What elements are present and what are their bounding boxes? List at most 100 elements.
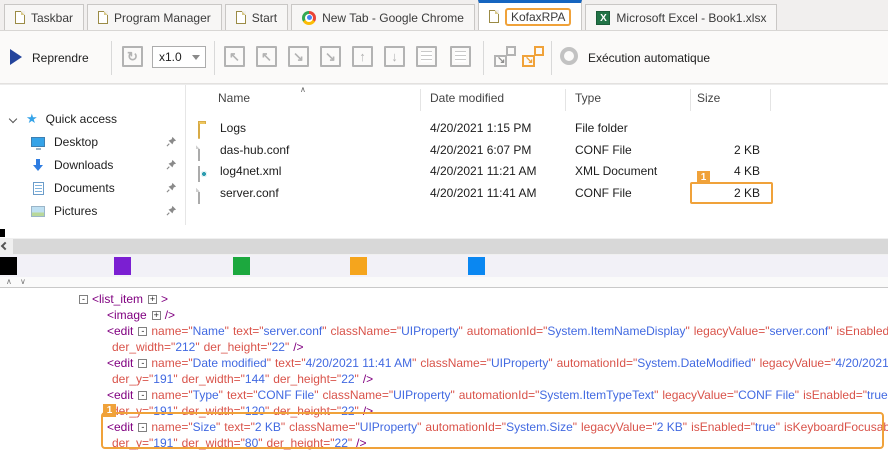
xml-attribute-name: name="Date modified": [151, 356, 271, 370]
scroll-left-icon[interactable]: [1, 242, 9, 250]
xml-text: automationId=": [557, 356, 638, 370]
pane-splitter[interactable]: ∧ ∨: [0, 277, 888, 288]
zoom-level-dropdown[interactable]: x1.0: [152, 46, 206, 68]
xml-text: ": [267, 356, 271, 370]
column-header-size[interactable]: Size: [697, 91, 720, 105]
sidebar-item-downloads[interactable]: Downloads: [0, 155, 183, 175]
xml-attribute-isenabled: isEnabled="true": [836, 324, 888, 338]
file-name[interactable]: server.conf: [220, 183, 279, 203]
xml-text: System.DateModified: [637, 356, 751, 370]
column-header-type[interactable]: Type: [575, 91, 601, 105]
sort-ascending-icon[interactable]: ∧: [300, 85, 306, 94]
record-circle-icon[interactable]: [560, 47, 578, 65]
chevron-down-icon[interactable]: [9, 115, 17, 123]
xml-attribute-classname: className="UIProperty": [289, 420, 421, 434]
file-name[interactable]: das-hub.conf: [220, 140, 289, 160]
sidebar-icon-wrap: [30, 137, 46, 147]
file-explorer: ★ Quick access Desktop Downloads Documents…: [0, 84, 888, 238]
sidebar-item-pictures[interactable]: Pictures: [0, 201, 183, 221]
tab-program-manager[interactable]: Program Manager: [87, 4, 222, 30]
tree-node-swatch-2[interactable]: [114, 257, 131, 275]
window-arrow-icon[interactable]: ↘: [494, 46, 516, 67]
window-arrow-active-icon[interactable]: ↘: [522, 46, 544, 67]
tab-new-tab-google-chrome[interactable]: New Tab - Google Chrome: [291, 4, 475, 30]
xml-text: der_width=": [182, 436, 245, 450]
collapse-icon[interactable]: -: [138, 391, 147, 400]
tab-kofaxrpa[interactable]: KofaxRPA: [478, 0, 582, 30]
xml-text: 191: [153, 436, 173, 450]
file-name[interactable]: Logs: [220, 118, 246, 138]
file-type: File folder: [575, 118, 628, 138]
tree-node-swatch-1[interactable]: [0, 257, 17, 275]
step-arrow-3-icon[interactable]: ↘: [288, 46, 309, 67]
step-arrow-4-icon[interactable]: ↘: [320, 46, 341, 67]
tree-node-swatch-4[interactable]: [350, 257, 367, 275]
horizontal-scrollbar[interactable]: [0, 238, 888, 255]
collapse-icon[interactable]: -: [138, 327, 147, 336]
sidebar-item-label: Pictures: [54, 204, 97, 218]
reload-page-icon[interactable]: ↻: [122, 46, 143, 67]
tree-node-swatch-3[interactable]: [233, 257, 250, 275]
xml-text: name=": [151, 388, 192, 402]
file-icon-file: [198, 186, 200, 206]
expand-down-icon[interactable]: ∨: [20, 277, 26, 286]
tab-microsoft-excel-book1-xlsx[interactable]: XMicrosoft Excel - Book1.xlsx: [585, 4, 777, 30]
sidebar-item-documents[interactable]: Documents: [0, 178, 183, 198]
xml-tag: />: [356, 436, 366, 450]
document-icon[interactable]: [416, 46, 437, 67]
xml-attribute-legacyvalue: legacyValue="server.conf": [694, 324, 833, 338]
sidebar-item-desktop[interactable]: Desktop: [0, 132, 183, 152]
sidebar-item-quick-access[interactable]: ★ Quick access: [0, 109, 183, 129]
file-name[interactable]: log4net.xml: [220, 161, 281, 181]
xml-attribute-legacyvalue: legacyValue="2 KB": [581, 420, 687, 434]
pin-icon[interactable]: [166, 159, 177, 173]
collapse-icon[interactable]: -: [138, 423, 147, 432]
tab-label: Start: [252, 11, 277, 25]
xml-text: ": [776, 420, 780, 434]
tab-start[interactable]: Start: [225, 4, 288, 30]
step-arrow-6-icon[interactable]: ↓: [384, 46, 405, 67]
pin-icon[interactable]: [166, 205, 177, 219]
scrollbar-track[interactable]: [13, 239, 888, 254]
tree-node-swatch-5[interactable]: [468, 257, 485, 275]
xml-text: ": [450, 388, 454, 402]
step-arrow-5-icon[interactable]: ↑: [352, 46, 373, 67]
column-separator: [420, 89, 421, 111]
tab-taskbar[interactable]: Taskbar: [4, 4, 84, 30]
pictures-icon: [31, 206, 45, 217]
xml-text: legacyValue=": [694, 324, 770, 338]
xml-text: 212: [175, 340, 195, 354]
xml-text: isEnabled=": [691, 420, 755, 434]
resume-button-label[interactable]: Reprendre: [32, 51, 89, 65]
xml-tag: />: [165, 308, 175, 322]
xml-attribute-der-height: der_height="22": [204, 340, 290, 354]
xml-attribute-der-width: der_width="212": [112, 340, 200, 354]
step-arrow-2-icon[interactable]: ↖: [256, 46, 277, 67]
xml-text: ": [573, 420, 577, 434]
column-header-date-modified[interactable]: Date modified: [430, 91, 504, 105]
collapse-up-icon[interactable]: ∧: [6, 277, 12, 286]
quick-access-star-icon: ★: [26, 111, 38, 127]
collapse-icon[interactable]: -: [79, 295, 88, 304]
pin-icon[interactable]: [166, 182, 177, 196]
xml-text: className=": [420, 356, 491, 370]
downloads-icon: [33, 159, 43, 172]
sidebar-divider: [185, 85, 186, 225]
sidebar-item-label: Documents: [54, 181, 115, 195]
excel-icon: X: [596, 11, 610, 25]
documents-copy-icon[interactable]: [450, 46, 471, 67]
expand-icon[interactable]: +: [148, 295, 157, 304]
file-size: 2 KB: [690, 140, 760, 160]
file-type: XML Document: [575, 161, 657, 181]
pin-icon[interactable]: [166, 136, 177, 150]
resume-play-icon[interactable]: [10, 49, 22, 65]
step-arrow-1-icon[interactable]: ↖: [224, 46, 245, 67]
xml-text: der_height=": [273, 404, 341, 418]
xml-text: System.ItemTypeText: [539, 388, 654, 402]
xml-attribute-classname: className="UIProperty": [331, 324, 463, 338]
collapse-icon[interactable]: -: [138, 359, 147, 368]
auto-execution-label[interactable]: Exécution automatique: [588, 51, 710, 65]
xml-text: ": [751, 356, 755, 370]
expand-icon[interactable]: +: [152, 311, 161, 320]
column-header-name[interactable]: Name: [218, 91, 250, 105]
